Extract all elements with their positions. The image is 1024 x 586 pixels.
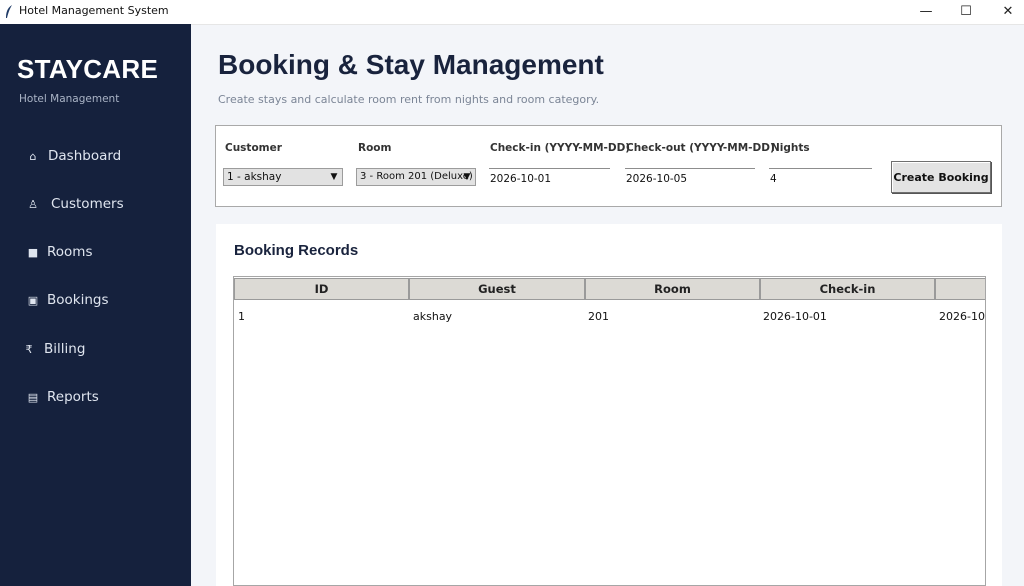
sidebar-item-bookings[interactable]: ▣ Bookings [0,284,191,320]
sidebar-item-rooms[interactable]: ■ Rooms [0,236,191,272]
room-label: Room [358,142,392,154]
column-header-room[interactable]: Room [585,278,760,300]
feather-icon [4,4,14,20]
chevron-down-icon[interactable]: ▼ [327,170,341,184]
sidebar: STAYCARE Hotel Management ⌂ Dashboard ♙ … [0,24,191,586]
brand-subtitle: Hotel Management [19,93,120,105]
customer-label: Customer [225,142,282,154]
sidebar-item-customers[interactable]: ♙ Customers [0,188,191,224]
nights-label: Nights [771,142,810,154]
chevron-down-icon[interactable]: ▼ [460,170,474,184]
room-select[interactable]: 3 - Room 201 (Deluxe) ▼ [356,168,476,186]
customer-select-value: 1 - akshay [227,171,282,183]
window-title: Hotel Management System [19,4,169,17]
square-icon: ■ [27,246,39,259]
checkout-input[interactable] [625,168,755,186]
column-header-checkout[interactable] [935,278,985,300]
close-button[interactable]: ✕ [988,0,1024,24]
records-title: Booking Records [234,242,359,259]
column-header-id[interactable]: ID [234,278,409,300]
page-subtitle: Create stays and calculate room rent fro… [218,93,600,106]
customer-select[interactable]: 1 - akshay ▼ [223,168,343,186]
column-header-guest[interactable]: Guest [409,278,585,300]
cell-checkin: 2026-10-01 [763,310,827,323]
sidebar-item-reports[interactable]: ▤ Reports [0,381,191,417]
checkin-input[interactable] [489,168,610,186]
sidebar-item-label: Reports [47,389,99,405]
person-icon: ♙ [28,198,38,211]
sidebar-item-label: Dashboard [48,148,122,164]
reports-icon: ▤ [27,391,39,404]
sidebar-item-dashboard[interactable]: ⌂ Dashboard [0,140,191,176]
nights-input[interactable] [769,168,872,186]
cell-guest: akshay [413,310,453,323]
create-booking-button[interactable]: Create Booking [891,161,991,193]
room-select-value: 3 - Room 201 (Deluxe) [360,171,473,182]
booking-records-panel: Booking Records ID Guest Room Check-in 1… [216,224,1002,586]
sidebar-item-billing[interactable]: ₹ Billing [0,333,191,369]
minimize-button[interactable]: — [906,0,946,24]
rupee-icon: ₹ [25,343,33,356]
sidebar-item-label: Bookings [47,292,109,308]
brand-logo-text: STAYCARE [17,54,159,84]
column-header-checkin[interactable]: Check-in [760,278,935,300]
cell-room: 201 [588,310,609,323]
checkin-label: Check-in (YYYY-MM-DD) [490,142,631,154]
checkout-label: Check-out (YYYY-MM-DD) [626,142,775,154]
window-titlebar: Hotel Management System — ☐ ✕ [0,0,1024,25]
cell-id: 1 [238,310,245,323]
booking-form: Customer 1 - akshay ▼ Room 3 - Room 201 … [215,125,1002,207]
bookings-icon: ▣ [27,294,39,307]
sidebar-item-label: Billing [44,341,86,357]
cell-checkout: 2026-10- [939,310,986,323]
page-title: Booking & Stay Management [218,49,604,80]
sidebar-item-label: Rooms [47,244,93,260]
home-icon: ⌂ [29,150,37,163]
booking-records-table[interactable]: ID Guest Room Check-in 1 akshay 201 2026… [233,276,986,586]
sidebar-item-label: Customers [51,196,124,212]
maximize-button[interactable]: ☐ [946,0,986,24]
